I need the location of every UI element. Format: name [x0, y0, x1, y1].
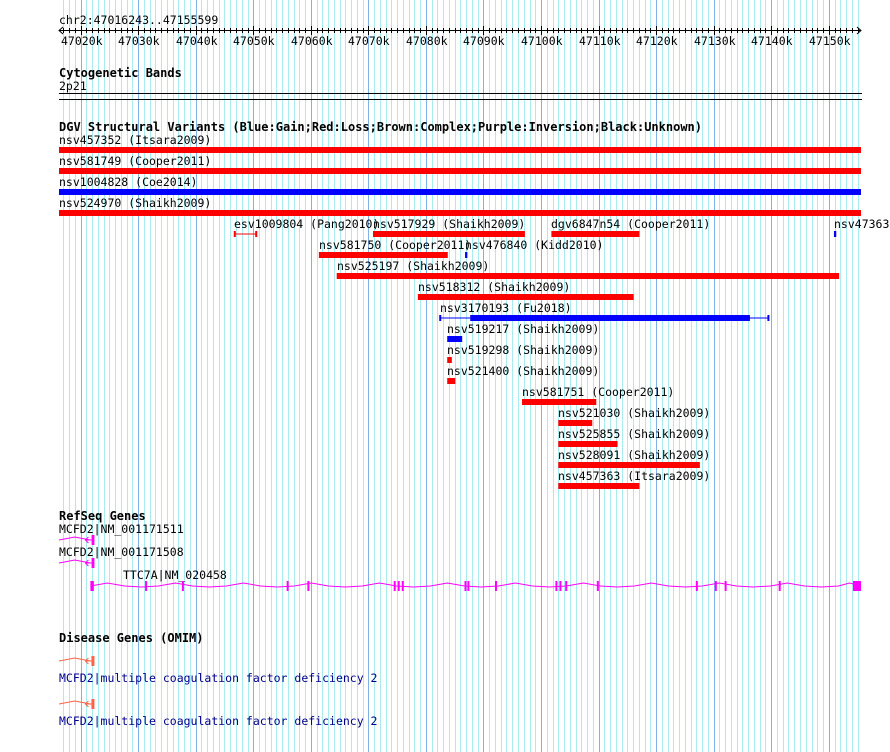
gene-label[interactable]: MCFD2|NM_001171508: [59, 546, 184, 558]
variant-label[interactable]: nsv1004828 (Coe2014): [59, 176, 197, 188]
variant-label[interactable]: nsv3170193 (Fu2018): [440, 302, 572, 314]
ruler-tick-label: 47040k: [176, 34, 218, 48]
cytoband-label: 2p21: [59, 79, 87, 93]
ruler-tick-label: 47080k: [406, 34, 448, 48]
ruler-tick-label: 47110k: [579, 34, 621, 48]
ruler-tick-label: 47050k: [233, 34, 275, 48]
variant-label[interactable]: nsv525855 (Shaikh2009): [558, 428, 710, 440]
variant-label[interactable]: nsv528091 (Shaikh2009): [558, 449, 710, 461]
variant-label[interactable]: nsv521030 (Shaikh2009): [558, 407, 710, 419]
cytoband-line-top: [59, 93, 862, 94]
ruler-tick-label: 47070k: [348, 34, 390, 48]
disease-gene-label[interactable]: MCFD2|multiple coagulation factor defici…: [59, 672, 378, 684]
variant-label[interactable]: nsv457352 (Itsara2009): [59, 134, 211, 146]
ruler-tick-label: 47030k: [118, 34, 160, 48]
gene-label[interactable]: TTC7A|NM_020458: [123, 569, 227, 581]
ruler-tick-label: 47100k: [521, 34, 563, 48]
variant-label[interactable]: nsv525197 (Shaikh2009): [337, 260, 489, 272]
ruler-tick-label: 47020k: [61, 34, 103, 48]
variant-label[interactable]: nsv517929 (Shaikh2009): [373, 218, 525, 230]
cytoband-track-title: Cytogenetic Bands: [59, 66, 182, 80]
cytoband-line-bottom: [59, 99, 862, 100]
variant-label[interactable]: nsv473632: [834, 218, 890, 230]
ruler-tick-label: 47140k: [751, 34, 793, 48]
variant-label[interactable]: nsv519298 (Shaikh2009): [447, 344, 599, 356]
ruler-tick-label: 47090k: [463, 34, 505, 48]
dgv-track-title: DGV Structural Variants (Blue:Gain;Red:L…: [59, 120, 702, 134]
refseq-track-title: RefSeq Genes: [59, 509, 146, 523]
disease-gene-label[interactable]: MCFD2|multiple coagulation factor defici…: [59, 715, 378, 727]
ruler-tick-label: 47150k: [809, 34, 851, 48]
ruler-tick-label: 47130k: [694, 34, 736, 48]
variant-label[interactable]: nsv476840 (Kidd2010): [465, 239, 603, 251]
variant-label[interactable]: nsv457363 (Itsara2009): [558, 470, 710, 482]
ruler-tick-label: 47120k: [636, 34, 678, 48]
variant-label[interactable]: nsv581750 (Cooper2011): [319, 239, 471, 251]
variant-label[interactable]: nsv519217 (Shaikh2009): [447, 323, 599, 335]
genome-browser: { "ruler": { "location": "chr2:47016243.…: [0, 0, 890, 752]
ruler-tick-label: 47060k: [291, 34, 333, 48]
variant-label[interactable]: nsv518312 (Shaikh2009): [418, 281, 570, 293]
variant-label[interactable]: nsv581751 (Cooper2011): [522, 386, 674, 398]
omim-track-title: Disease Genes (OMIM): [59, 631, 204, 645]
variant-label[interactable]: esv1009804 (Pang2010): [234, 218, 379, 230]
variant-label[interactable]: nsv581749 (Cooper2011): [59, 155, 211, 167]
variant-label[interactable]: nsv521400 (Shaikh2009): [447, 365, 599, 377]
variant-label[interactable]: dgv6847n54 (Cooper2011): [551, 218, 710, 230]
variant-label[interactable]: nsv524970 (Shaikh2009): [59, 197, 211, 209]
gene-label[interactable]: MCFD2|NM_001171511: [59, 523, 184, 535]
